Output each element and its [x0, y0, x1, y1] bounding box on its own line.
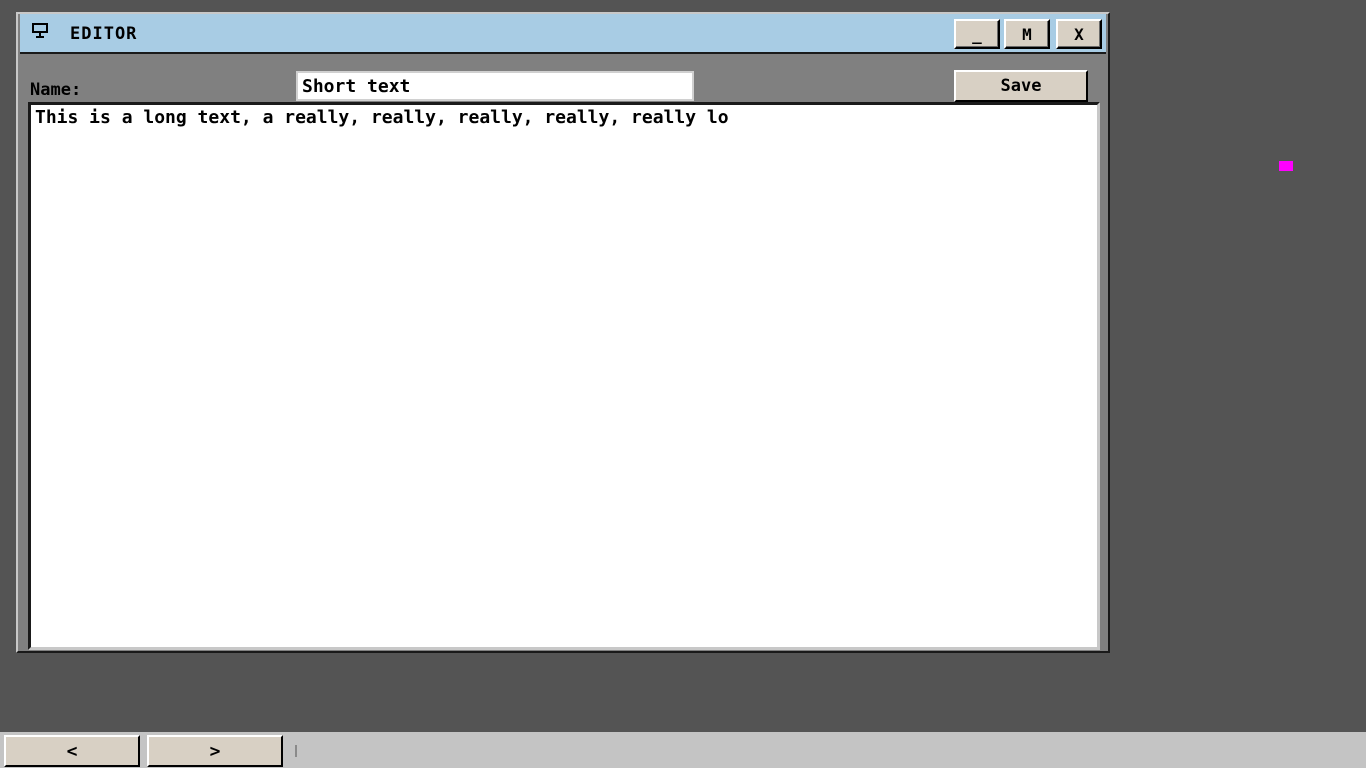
taskbar: < >: [0, 732, 1366, 768]
name-input[interactable]: [296, 71, 694, 101]
cursor-marker: [1279, 161, 1293, 171]
editor-window: EDITOR _ M X Name: Save This is a long t…: [16, 12, 1110, 653]
name-label: Name:: [30, 80, 82, 100]
save-button[interactable]: Save: [954, 70, 1088, 102]
window-titlebar[interactable]: EDITOR _ M X: [20, 14, 1106, 54]
minimize-button[interactable]: _: [954, 19, 1000, 49]
taskbar-separator: [295, 745, 297, 757]
maximize-button[interactable]: M: [1004, 19, 1050, 49]
computer-icon: [32, 23, 48, 38]
close-button[interactable]: X: [1056, 19, 1102, 49]
window-title: EDITOR: [70, 24, 138, 44]
next-button[interactable]: >: [147, 735, 283, 767]
previous-button[interactable]: <: [4, 735, 140, 767]
content-textarea[interactable]: This is a long text, a really, really, r…: [28, 102, 1100, 650]
